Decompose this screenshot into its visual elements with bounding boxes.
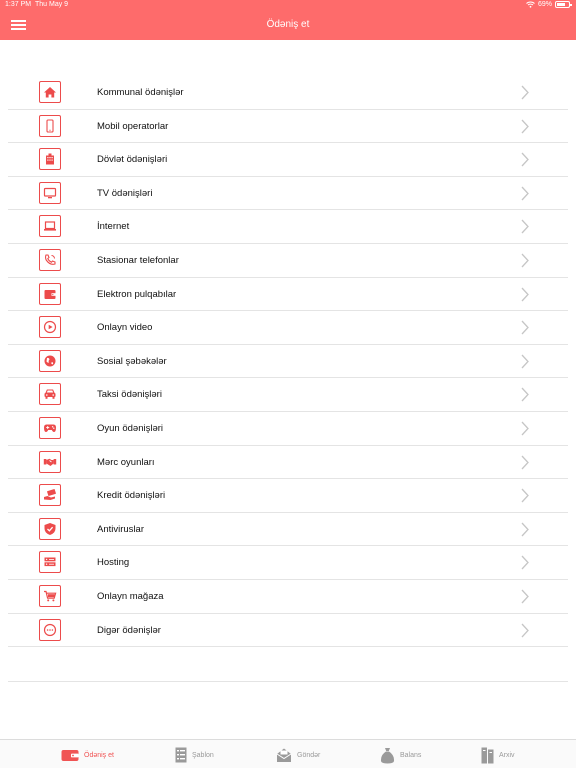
list-item-label: Digər ödənişlər <box>97 624 161 636</box>
list-item[interactable]: Digər ödənişlər <box>8 614 568 648</box>
tab-label: Balans <box>400 751 422 759</box>
list-item-label: Antiviruslar <box>97 523 144 535</box>
money-bag-icon <box>380 747 395 764</box>
tab-2[interactable]: Göndər <box>276 745 320 765</box>
list-item[interactable]: Onlayn mağaza <box>8 580 568 614</box>
tab-1[interactable]: Şablon <box>175 745 214 765</box>
battery-fill <box>557 3 565 6</box>
chevron-right-icon <box>521 488 529 508</box>
server-icon <box>39 551 61 574</box>
battery-icon <box>555 1 572 8</box>
gamepad-icon <box>39 416 61 439</box>
send-envelope-icon <box>276 747 292 763</box>
more-dots-icon <box>39 618 61 641</box>
handshake-icon <box>39 450 61 473</box>
wallet-icon <box>39 282 61 305</box>
tab-label: Şablon <box>192 751 214 759</box>
chevron-right-icon <box>521 219 529 239</box>
chevron-right-icon <box>521 287 529 307</box>
list-item[interactable]: Mobil operatorlar <box>8 110 568 144</box>
chevron-right-icon <box>521 320 529 340</box>
mobile-phone-icon <box>39 114 61 137</box>
shield-icon <box>39 517 61 540</box>
wifi-icon <box>526 1 535 8</box>
list-item-label: Stasionar telefonlar <box>97 254 179 266</box>
list-item[interactable]: Kommunal ödənişlər <box>8 76 568 110</box>
list-item-label: Kredit ödənişləri <box>97 490 166 502</box>
list-item[interactable]: Elektron pulqabılar <box>8 278 568 312</box>
list-item[interactable]: Antiviruslar <box>8 513 568 547</box>
list-divider <box>8 681 568 682</box>
tab-bar: Ödəniş et Şablon Göndər Balans Arxiv <box>0 739 576 768</box>
chevron-right-icon <box>521 186 529 206</box>
chevron-right-icon <box>521 522 529 542</box>
list-item[interactable]: İnternet <box>8 210 568 244</box>
list-item[interactable]: Mərc oyunları <box>8 446 568 480</box>
list-item-label: Mərc oyunları <box>97 456 155 468</box>
list-item[interactable]: Hosting <box>8 546 568 580</box>
government-building-icon <box>39 148 61 171</box>
archive-icon <box>481 747 494 764</box>
tab-label: Ödəniş et <box>84 751 114 759</box>
tab-label: Göndər <box>297 751 321 759</box>
status-time: 1:37 PM <box>5 1 32 8</box>
page-title: Ödəniş et <box>266 19 310 30</box>
tv-icon <box>39 181 61 204</box>
chevron-right-icon <box>521 623 529 643</box>
battery-percent: 69% <box>537 1 552 8</box>
globe-icon <box>39 349 61 372</box>
chevron-right-icon <box>521 421 529 441</box>
list-item[interactable]: Onlayn video <box>8 311 568 345</box>
list-item[interactable]: Dövlət ödənişləri <box>8 143 568 177</box>
list-item-label: Mobil operatorlar <box>97 120 169 132</box>
list-item-label: Oyun ödənişləri <box>97 422 164 434</box>
chevron-right-icon <box>521 253 529 273</box>
chevron-right-icon <box>521 589 529 609</box>
list-item-label: Sosial şəbəkələr <box>97 355 167 367</box>
list-item[interactable]: TV ödənişləri <box>8 177 568 211</box>
list-item-label: Onlayn video <box>97 322 153 334</box>
chevron-right-icon <box>521 555 529 575</box>
list-item[interactable]: Kredit ödənişləri <box>8 479 568 513</box>
list-item-label: Onlayn mağaza <box>97 590 164 602</box>
chevron-right-icon <box>521 152 529 172</box>
chevron-right-icon <box>521 85 529 105</box>
tab-label: Arxiv <box>499 751 515 759</box>
list-item[interactable]: Oyun ödənişləri <box>8 412 568 446</box>
chevron-right-icon <box>521 387 529 407</box>
list-item[interactable]: Sosial şəbəkələr <box>8 345 568 379</box>
list-item[interactable]: Stasionar telefonlar <box>8 244 568 278</box>
list-item[interactable]: Taksi ödənişləri <box>8 378 568 412</box>
status-right: 69% <box>526 1 572 8</box>
list-item-label: Hosting <box>97 557 130 569</box>
tab-4[interactable]: Arxiv <box>481 745 515 765</box>
landline-phone-icon <box>39 248 61 271</box>
tab-3[interactable]: Balans <box>380 745 421 765</box>
list-item-label: TV ödənişləri <box>97 187 153 199</box>
laptop-icon <box>39 215 61 238</box>
list-item-label: Dövlət ödənişləri <box>97 154 168 166</box>
chevron-right-icon <box>521 455 529 475</box>
category-list: Kommunal ödənişlər Mobil operatorlar Dövlə… <box>8 76 568 648</box>
chevron-right-icon <box>521 119 529 139</box>
shopping-cart-icon <box>39 584 61 607</box>
play-icon <box>39 316 61 339</box>
list-item-label: Kommunal ödənişlər <box>97 87 184 98</box>
credit-hand-icon <box>39 484 61 507</box>
status-date: Thu May 9 <box>35 1 69 8</box>
wallet-tab-icon <box>61 749 79 762</box>
header-bar: 1:37 PM Thu May 9 69% Ödəniş et <box>0 0 576 40</box>
chevron-right-icon <box>521 354 529 374</box>
tab-0[interactable]: Ödəniş et <box>61 745 114 765</box>
list-item-label: İnternet <box>97 221 130 233</box>
taxi-icon <box>39 383 61 406</box>
home-icon <box>39 81 61 103</box>
list-item-label: Taksi ödənişləri <box>97 389 162 401</box>
template-tab-icon <box>175 747 187 763</box>
list-item-label: Elektron pulqabılar <box>97 288 177 300</box>
